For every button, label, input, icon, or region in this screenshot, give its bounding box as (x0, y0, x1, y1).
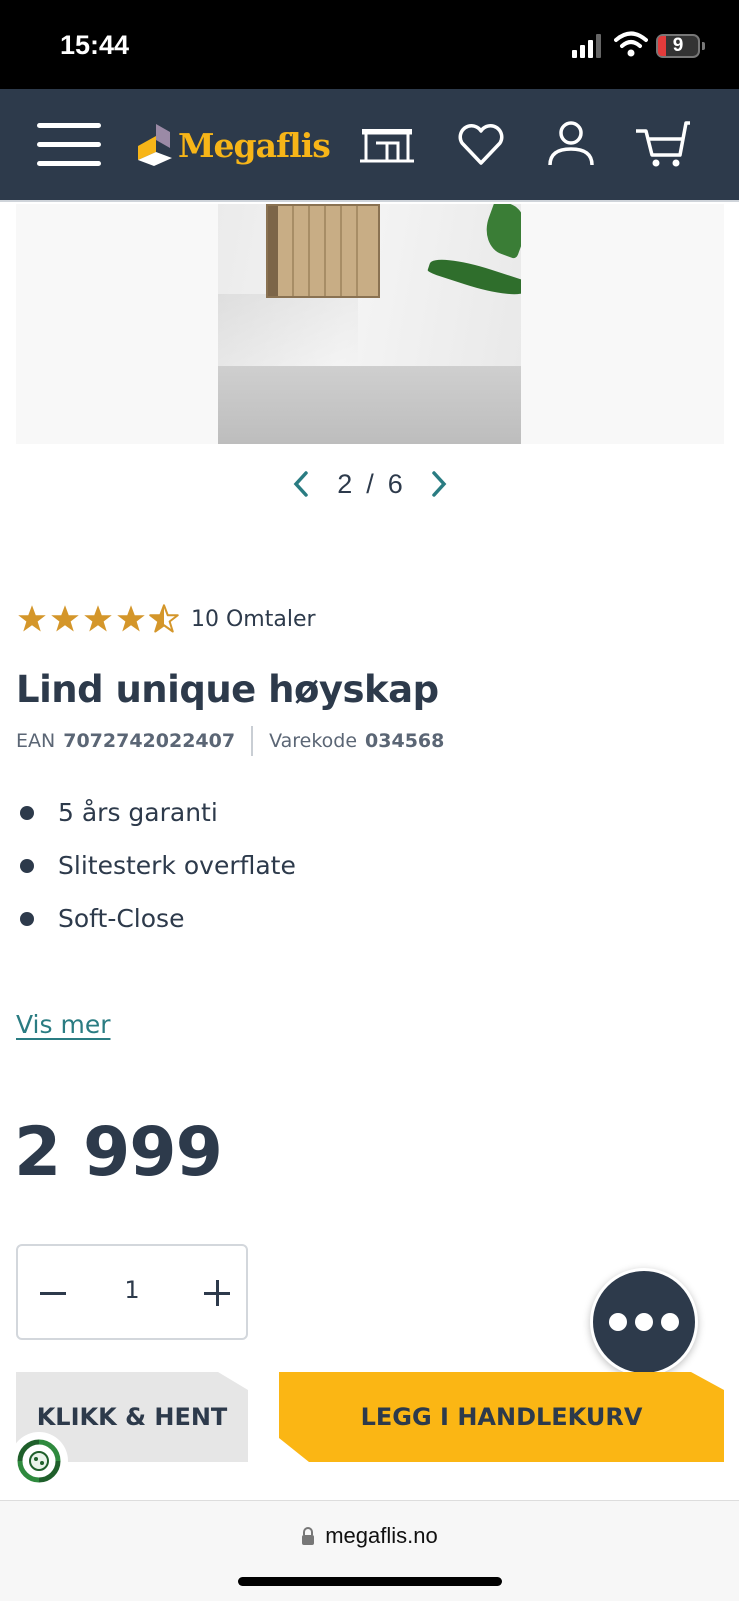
status-bar: 15:44 9 (0, 0, 739, 89)
star-full-icon (84, 605, 112, 632)
list-item: Soft-Close (16, 904, 296, 957)
cellular-signal-icon (572, 34, 601, 58)
dot-icon (661, 1313, 679, 1331)
list-item: Slitesterk overflate (16, 851, 296, 904)
battery-icon: 9 (656, 34, 700, 58)
star-full-icon (18, 605, 46, 632)
gallery-separator: / (366, 468, 374, 499)
code-value: 034568 (365, 730, 445, 752)
reviews-count[interactable]: 10 Omtaler (191, 607, 316, 632)
store-icon[interactable] (358, 119, 416, 169)
product-price: 2 999 (14, 1113, 223, 1192)
star-full-icon (51, 605, 79, 632)
divider (251, 726, 254, 756)
home-indicator[interactable] (238, 1577, 502, 1586)
plus-icon[interactable] (204, 1280, 230, 1306)
ean-value: 7072742022407 (63, 730, 236, 752)
list-item: 5 års garanti (16, 798, 296, 851)
url-text: megaflis.no (325, 1523, 438, 1548)
site-header: Megaflis (0, 89, 739, 202)
dot-icon (609, 1313, 627, 1331)
cart-icon[interactable] (634, 119, 692, 169)
add-to-cart-button[interactable]: LEGG I HANDLEKURV (279, 1372, 724, 1462)
brand-name: Megaflis (178, 125, 331, 165)
code-label: Varekode (269, 730, 358, 752)
star-full-icon (117, 605, 145, 632)
gallery-total: 6 (387, 468, 403, 499)
product-title: Lind unique høyskap (16, 668, 439, 711)
gallery-pager: 2 / 6 (290, 462, 450, 506)
chevron-right-icon[interactable] (428, 469, 450, 499)
megaflis-logo[interactable]: Megaflis (136, 121, 331, 169)
wifi-icon (614, 31, 648, 57)
url-display[interactable]: megaflis.no (0, 1523, 739, 1549)
feature-list: 5 års garanti Slitesterk overflate Soft-… (16, 798, 296, 957)
status-time: 15:44 (60, 30, 130, 60)
chat-more-button[interactable] (590, 1268, 698, 1376)
ean-label: EAN (16, 730, 56, 752)
star-half-icon (149, 604, 179, 633)
quantity-stepper: 1 (16, 1244, 248, 1340)
product-gallery[interactable] (16, 204, 724, 444)
product-codes: EAN 7072742022407 Varekode 034568 (16, 726, 444, 756)
chevron-left-icon[interactable] (290, 469, 312, 499)
lock-icon (302, 1527, 315, 1545)
browser-bar: megaflis.no (0, 1500, 739, 1601)
account-icon[interactable] (542, 119, 600, 169)
menu-icon[interactable] (37, 123, 101, 167)
eco-badge-icon[interactable] (10, 1432, 68, 1490)
heart-icon[interactable] (452, 119, 510, 169)
battery-level: 9 (672, 35, 684, 56)
show-more-link[interactable]: Vis mer (16, 1010, 110, 1039)
product-image[interactable] (218, 204, 521, 444)
dot-icon (635, 1313, 653, 1331)
product-rating[interactable]: 10 Omtaler (16, 603, 316, 635)
gallery-current: 2 (337, 468, 353, 499)
logo-mark-icon (138, 124, 172, 166)
